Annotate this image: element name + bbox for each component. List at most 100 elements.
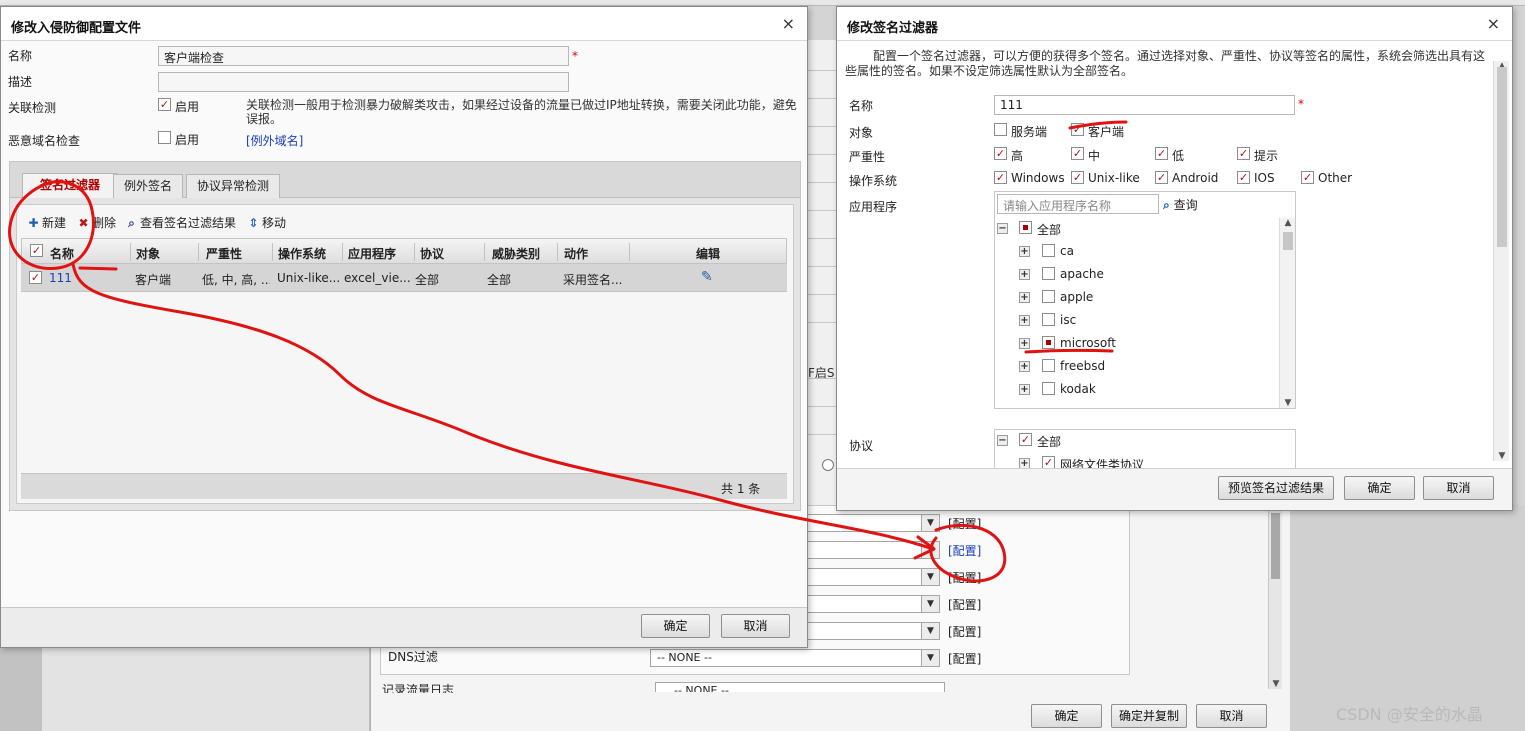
tree-item-checkbox[interactable] xyxy=(1042,267,1055,280)
profile-name-input[interactable]: 客户端检查 xyxy=(158,46,569,66)
dialog-title-bar[interactable]: 修改入侵防御配置文件 × xyxy=(1,7,807,41)
cancel-button[interactable]: 取消 xyxy=(1423,476,1494,500)
object-server-checkbox[interactable] xyxy=(994,123,1007,136)
tree-item-checkbox[interactable] xyxy=(1042,313,1055,326)
config-link[interactable]: [配置] xyxy=(948,515,981,532)
col-severity[interactable]: 严重性 xyxy=(206,245,242,262)
col-name[interactable]: 名称 xyxy=(50,245,74,262)
config-link[interactable]: [配置] xyxy=(948,623,981,640)
close-icon[interactable]: × xyxy=(782,14,795,33)
tree-item-checkbox[interactable] xyxy=(1042,382,1055,395)
severity-low-checkbox[interactable]: ✓ xyxy=(1155,147,1168,160)
expand-icon[interactable]: + xyxy=(1019,269,1030,280)
background-radio[interactable] xyxy=(822,459,834,471)
ok-button[interactable]: 确定 xyxy=(1344,476,1415,500)
os-other-checkbox[interactable]: ✓ xyxy=(1301,171,1314,184)
dialog-scrollbar[interactable]: ▲ ▼ xyxy=(1493,61,1509,461)
col-edit[interactable]: 编辑 xyxy=(696,245,720,262)
tab-signature-filter[interactable]: 签名过滤器 xyxy=(22,173,118,198)
col-object[interactable]: 对象 xyxy=(136,245,160,262)
dialog-title: 修改签名过滤器 xyxy=(847,21,939,36)
expand-icon[interactable]: + xyxy=(1019,338,1030,349)
description-input[interactable] xyxy=(158,72,569,92)
assoc-detect-checkbox[interactable]: ✓ xyxy=(158,98,171,111)
expand-icon[interactable]: + xyxy=(1019,384,1030,395)
preview-filter-result-button[interactable]: 预览签名过滤结果 xyxy=(1218,476,1334,500)
tab-protocol-anomaly[interactable]: 协议异常检测 xyxy=(186,174,280,198)
expand-icon[interactable]: + xyxy=(1019,361,1030,372)
edit-icon[interactable]: ✎ xyxy=(701,269,713,285)
scroll-down-icon[interactable]: ▼ xyxy=(1280,398,1295,408)
scroll-down-icon[interactable]: ▼ xyxy=(1269,679,1283,689)
collapse-icon[interactable]: − xyxy=(997,223,1008,234)
tab-exception-signature[interactable]: 例外签名 xyxy=(113,174,183,198)
bg-cancel-button[interactable]: 取消 xyxy=(1196,704,1267,728)
ok-button[interactable]: 确定 xyxy=(641,614,710,638)
chevron-down-icon[interactable]: ▼ xyxy=(921,596,939,612)
bg-ok-copy-button[interactable]: 确定并复制 xyxy=(1111,704,1187,728)
chevron-down-icon[interactable]: ▼ xyxy=(921,542,939,558)
expand-icon[interactable]: + xyxy=(1019,315,1030,326)
tab-panel: 签名过滤器 例外签名 协议异常检测 ✚ 新建 ✖ 删除 ⌕ 查看签名过滤结果 ⇕ 移动 … xyxy=(9,161,801,511)
config-link[interactable]: [配置] xyxy=(948,569,981,586)
config-link-highlighted[interactable]: [配置] xyxy=(948,542,981,559)
protocol-item-checkbox[interactable]: ✓ xyxy=(1042,456,1055,468)
tree-item-checkbox-partial[interactable] xyxy=(1042,336,1055,349)
chevron-down-icon[interactable]: ▼ xyxy=(921,650,939,666)
app-search-button[interactable]: ⌕ 查询 xyxy=(1163,196,1198,213)
row-os: Unix-like... xyxy=(277,271,339,285)
exception-domain-link[interactable]: [例外域名] xyxy=(246,132,303,149)
dialog-title-bar[interactable]: 修改签名过滤器 × xyxy=(837,7,1512,41)
chevron-down-icon[interactable]: ▼ xyxy=(921,515,939,531)
chevron-down-icon[interactable]: ▼ xyxy=(921,623,939,639)
os-ios-checkbox[interactable]: ✓ xyxy=(1237,171,1250,184)
table-row[interactable]: ✓ 111 客户端 低, 中, 高, ... Unix-like... exce… xyxy=(21,264,787,292)
row-checkbox[interactable]: ✓ xyxy=(29,271,42,284)
expand-icon[interactable]: + xyxy=(1019,246,1030,257)
delete-button[interactable]: ✖ 删除 xyxy=(77,214,116,231)
new-button[interactable]: ✚ 新建 xyxy=(27,214,66,231)
row-name-link[interactable]: 111 xyxy=(49,271,72,285)
filter-name-input[interactable]: 111 xyxy=(994,95,1295,115)
os-android-checkbox[interactable]: ✓ xyxy=(1155,171,1168,184)
tree-item-checkbox[interactable] xyxy=(1042,290,1055,303)
cancel-button[interactable]: 取消 xyxy=(721,614,790,638)
os-unix-checkbox[interactable]: ✓ xyxy=(1071,171,1084,184)
col-app[interactable]: 应用程序 xyxy=(348,245,396,262)
config-link[interactable]: [配置] xyxy=(948,596,981,613)
collapse-icon[interactable]: − xyxy=(997,435,1008,446)
severity-medium-checkbox[interactable]: ✓ xyxy=(1071,147,1084,160)
dns-filter-select[interactable]: -- NONE -- ▼ xyxy=(650,649,940,667)
tree-item-checkbox[interactable] xyxy=(1042,244,1055,257)
scroll-up-icon[interactable]: ▲ xyxy=(1280,218,1295,228)
malicious-domain-checkbox[interactable] xyxy=(158,131,171,144)
app-search-input[interactable]: 请输入应用程序名称 xyxy=(997,194,1159,214)
chevron-down-icon[interactable]: ▼ xyxy=(921,569,939,585)
col-threat[interactable]: 威胁类别 xyxy=(492,245,540,262)
severity-high-checkbox[interactable]: ✓ xyxy=(994,147,1007,160)
scrollbar-thumb[interactable] xyxy=(1497,67,1507,247)
tree-scrollbar[interactable]: ▲ ▼ xyxy=(1279,218,1295,408)
object-client-checkbox[interactable]: ✓ xyxy=(1071,123,1084,136)
traffic-log-select[interactable]: -- NONE -- xyxy=(655,682,945,692)
tree-item-checkbox[interactable] xyxy=(1042,359,1055,372)
scrollbar-thumb[interactable] xyxy=(1271,513,1280,579)
move-button[interactable]: ⇕ 移动 xyxy=(247,214,286,231)
config-link[interactable]: [配置] xyxy=(948,650,981,667)
scroll-down-icon[interactable]: ▼ xyxy=(1494,451,1510,461)
scrollbar-thumb[interactable] xyxy=(1283,232,1293,250)
col-action[interactable]: 动作 xyxy=(564,245,588,262)
tree-root-checkbox[interactable] xyxy=(1019,221,1032,234)
bg-ok-button[interactable]: 确定 xyxy=(1031,704,1102,728)
severity-info-checkbox[interactable]: ✓ xyxy=(1237,147,1250,160)
expand-icon[interactable]: + xyxy=(1019,292,1030,303)
col-protocol[interactable]: 协议 xyxy=(420,245,444,262)
os-windows-checkbox[interactable]: ✓ xyxy=(994,171,1007,184)
close-icon[interactable]: × xyxy=(1487,14,1500,33)
col-os[interactable]: 操作系统 xyxy=(278,245,326,262)
protocol-root-checkbox[interactable]: ✓ xyxy=(1019,433,1032,446)
background-scrollbar[interactable]: ▼ xyxy=(1268,505,1282,689)
view-filter-result-button[interactable]: ⌕ 查看签名过滤结果 xyxy=(125,214,236,231)
select-all-checkbox[interactable]: ✓ xyxy=(30,244,43,257)
expand-icon[interactable]: + xyxy=(1019,458,1030,468)
